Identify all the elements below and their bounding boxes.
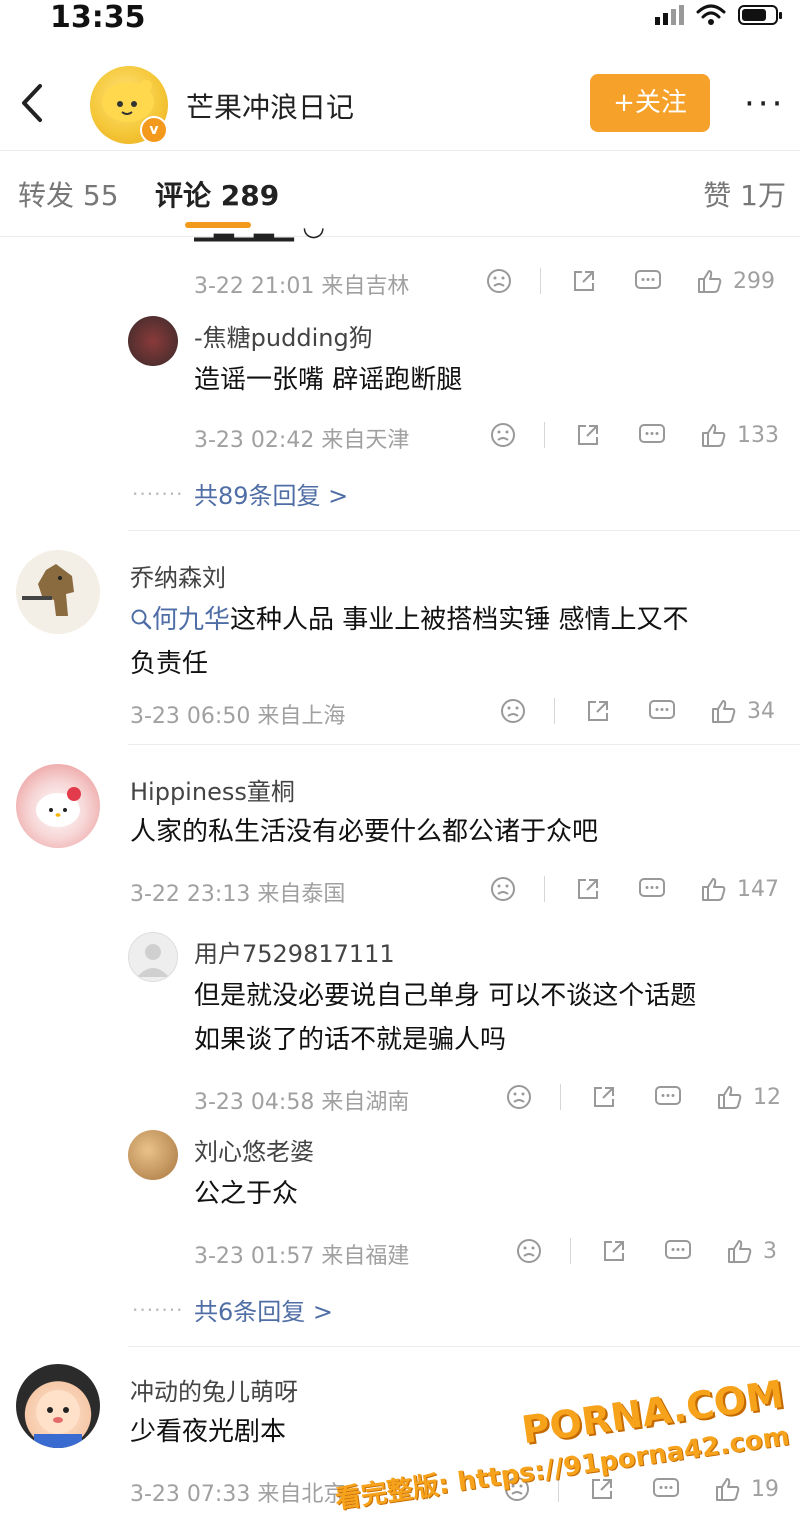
- more-replies-link[interactable]: 共6条回复 >: [194, 1292, 333, 1327]
- comment-text: 何九华这种人品 事业上被搭档实锤 感情上又不 负责任: [130, 598, 790, 686]
- comment-actions: 3: [512, 1234, 792, 1268]
- like-icon[interactable]: [725, 1238, 755, 1264]
- like-count: 133: [737, 422, 779, 448]
- like-count: 19: [751, 1476, 779, 1502]
- avatar[interactable]: [16, 1364, 100, 1448]
- avatar[interactable]: [128, 932, 178, 982]
- comment-text: 公之于众: [194, 1179, 299, 1209]
- comment-icon[interactable]: [661, 1238, 695, 1264]
- like-icon[interactable]: [715, 1084, 745, 1110]
- avatar[interactable]: [16, 764, 100, 848]
- like-count: 147: [737, 876, 779, 902]
- comment-actions: 299: [482, 264, 792, 298]
- share-icon[interactable]: [597, 1238, 631, 1264]
- topic-label: 何九华: [152, 605, 231, 635]
- horse-avatar-icon: [22, 564, 74, 616]
- child-avatar-icon: [34, 1390, 82, 1448]
- share-icon[interactable]: [571, 422, 605, 448]
- comment-meta: 3-22 23:13 来自泰国: [130, 882, 346, 907]
- comment-divider: [128, 1346, 800, 1347]
- header-divider: [0, 150, 800, 151]
- comment-meta: 3-23 04:58 来自湖南: [194, 1090, 410, 1115]
- comment-text: 少看夜光剧本: [130, 1417, 287, 1447]
- clipped-comment-text: ▁▂▁▂▁ ◡: [194, 228, 364, 242]
- like-icon[interactable]: [709, 698, 739, 724]
- share-icon[interactable]: [581, 698, 615, 724]
- like-icon[interactable]: [699, 422, 729, 448]
- comment-author[interactable]: 用户7529817111: [194, 934, 395, 969]
- topic-link[interactable]: 何九华: [130, 605, 230, 635]
- battery-icon: [738, 5, 782, 25]
- more-icon[interactable]: ···: [744, 87, 785, 121]
- reply-dots: ·······: [132, 482, 184, 506]
- verified-badge-icon: v: [140, 116, 168, 144]
- dislike-icon[interactable]: [486, 422, 520, 448]
- like-count: 34: [747, 698, 775, 724]
- comment-author[interactable]: 乔纳森刘: [130, 558, 226, 593]
- back-icon[interactable]: [12, 78, 52, 128]
- tabs-divider: [0, 236, 800, 237]
- comment-icon[interactable]: [649, 1476, 683, 1502]
- like-icon[interactable]: [713, 1476, 743, 1502]
- comment-icon[interactable]: [635, 876, 669, 902]
- like-count: 299: [733, 268, 775, 294]
- comment-actions: 12: [502, 1080, 792, 1114]
- avatar[interactable]: [128, 1130, 178, 1180]
- status-time: 13:35: [50, 0, 146, 35]
- comment-author[interactable]: -焦糖pudding狗: [194, 318, 373, 353]
- comment-icon[interactable]: [651, 1084, 685, 1110]
- like-icon[interactable]: [699, 876, 729, 902]
- comment-author[interactable]: 冲动的兔儿萌呀: [130, 1372, 298, 1407]
- kitty-avatar-icon: [36, 787, 81, 827]
- comment-actions: 34: [496, 694, 792, 728]
- avatar[interactable]: [128, 316, 178, 366]
- dislike-icon[interactable]: [482, 268, 516, 294]
- tab-likes[interactable]: 赞 1万: [703, 174, 786, 214]
- dislike-icon[interactable]: [496, 698, 530, 724]
- share-icon[interactable]: [587, 1084, 621, 1110]
- comment-meta: 3-23 02:42 来自天津: [194, 428, 410, 453]
- dislike-icon[interactable]: [512, 1238, 546, 1264]
- like-icon[interactable]: [695, 268, 725, 294]
- comment-meta: 3-22 21:01 来自吉林: [194, 274, 410, 299]
- comment-meta: 3-23 06:50 来自上海: [130, 704, 346, 729]
- comment-author[interactable]: 刘心悠老婆: [194, 1132, 314, 1167]
- comment-text-line1: 这种人品 事业上被搭档实锤 感情上又不: [230, 605, 689, 635]
- comment-icon[interactable]: [635, 422, 669, 448]
- search-icon: [131, 609, 152, 630]
- comment-meta: 3-23 07:33 来自北京: [130, 1482, 346, 1507]
- dislike-icon[interactable]: [502, 1084, 536, 1110]
- comment-author[interactable]: Hippiness童桐: [130, 772, 295, 807]
- like-count: 12: [753, 1084, 781, 1110]
- comment-icon[interactable]: [645, 698, 679, 724]
- comment-text: 人家的私生活没有必要什么都公诸于众吧: [130, 817, 599, 847]
- status-icons: [655, 4, 782, 26]
- default-user-icon: [137, 944, 169, 977]
- more-replies-link[interactable]: 共89条回复 >: [194, 476, 348, 511]
- share-icon[interactable]: [567, 268, 601, 294]
- comment-text-line2: 如果谈了的话不就是骗人吗: [194, 1025, 507, 1055]
- comment-text: 但是就没必要说自己单身 可以不谈这个话题 如果谈了的话不就是骗人吗: [194, 974, 784, 1062]
- comment-divider: [128, 744, 800, 745]
- signal-icon: [655, 5, 684, 25]
- comment-actions: 147: [486, 872, 792, 906]
- comment-text-line2: 负责任: [130, 649, 209, 679]
- share-icon[interactable]: [571, 876, 605, 902]
- avatar[interactable]: [16, 550, 100, 634]
- tab-comments[interactable]: 评论 289: [155, 174, 279, 214]
- comment-actions: 133: [486, 418, 792, 452]
- comment-divider: [128, 530, 800, 531]
- follow-button[interactable]: +关注: [590, 74, 710, 132]
- comment-text: 造谣一张嘴 辟谣跑断腿: [194, 365, 463, 395]
- comment-text-line1: 但是就没必要说自己单身 可以不谈这个话题: [194, 981, 697, 1011]
- dislike-icon[interactable]: [486, 876, 520, 902]
- like-count: 3: [763, 1238, 777, 1264]
- reply-dots: ·······: [132, 1298, 184, 1322]
- comment-icon[interactable]: [631, 268, 665, 294]
- wifi-icon: [696, 4, 726, 25]
- tab-repost[interactable]: 转发 55: [18, 174, 119, 214]
- comment-meta: 3-23 01:57 来自福建: [194, 1244, 410, 1269]
- account-name[interactable]: 芒果冲浪日记: [186, 86, 354, 126]
